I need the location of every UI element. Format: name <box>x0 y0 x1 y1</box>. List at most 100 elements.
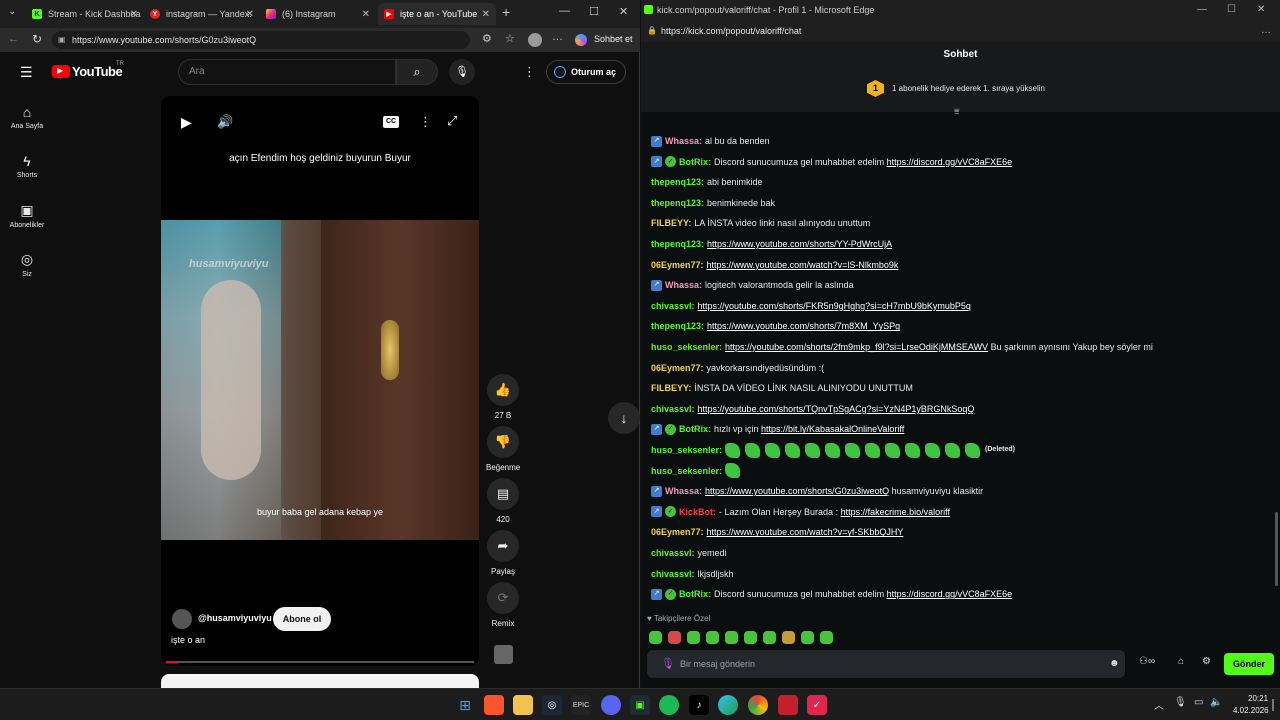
subscribe-button[interactable]: Abone ol <box>273 607 331 631</box>
close-icon[interactable]: ✕ <box>482 9 490 20</box>
share-button[interactable]: ➦ Paylaş <box>486 530 520 576</box>
sound-thumbnail[interactable] <box>494 645 513 664</box>
chat-link[interactable]: https://bit.ly/KabasakalOnlineValoriff <box>761 422 904 436</box>
chat-username[interactable]: KickBot: <box>679 505 716 519</box>
chat-username[interactable]: BotRix: <box>679 587 711 601</box>
chat-username[interactable]: huso_seksenler: <box>651 443 722 457</box>
search-button[interactable]: ⌕ <box>396 59 438 85</box>
youtube-logo-text[interactable]: YouTube <box>72 64 123 79</box>
chat-link[interactable]: https://youtube.com/shorts/FKR5n9gHghg?s… <box>698 299 971 313</box>
app-icon-pink[interactable]: ✓ <box>807 695 827 715</box>
send-button[interactable]: Gönder <box>1224 653 1274 675</box>
more-options-icon[interactable]: ⋮ <box>419 114 432 130</box>
comments-button[interactable]: ▤ 420 <box>486 478 520 524</box>
chat-username[interactable]: thepenq123: <box>651 196 704 210</box>
refresh-icon[interactable]: ↻ <box>32 32 42 46</box>
volume-icon[interactable]: 🔊 <box>217 114 233 130</box>
start-icon[interactable]: ⊞ <box>455 695 475 715</box>
expand-icon[interactable]: ⩸ <box>954 106 959 117</box>
channel-avatar[interactable] <box>172 609 192 629</box>
chat-scrollbar[interactable] <box>1275 512 1278 586</box>
extensions-icon[interactable]: ⚙ <box>482 32 492 45</box>
chat-link[interactable]: https://discord.gg/vVC8aFXE6e <box>887 587 1013 601</box>
chat-link[interactable]: https://www.youtube.com/shorts/7m8XM_YyS… <box>707 319 900 333</box>
captions-icon[interactable]: CC <box>383 116 399 128</box>
app-icon-red[interactable] <box>778 695 798 715</box>
minimize-icon[interactable]: — <box>1197 0 1207 20</box>
minimize-icon[interactable]: — <box>559 5 570 17</box>
chat-link[interactable]: https://discord.gg/vVC8aFXE6e <box>887 155 1013 169</box>
chat-link[interactable]: https://youtube.com/shorts/TQnvTpSgACg?s… <box>698 402 975 416</box>
tray-expand-icon[interactable]: ︿ <box>1154 697 1164 712</box>
shorts-player[interactable]: ▶ 🔊 CC ⋮ ⤢ açın Efendim hoş geldiniz buy… <box>161 96 479 666</box>
file-explorer-icon[interactable] <box>513 695 533 715</box>
emote-icon[interactable] <box>649 631 662 644</box>
spotify-icon[interactable] <box>659 695 679 715</box>
close-icon[interactable]: ✕ <box>130 9 138 20</box>
emote-icon[interactable] <box>782 631 795 644</box>
next-video-button[interactable]: ↓ <box>608 402 640 434</box>
chat-link[interactable]: https://www.youtube.com/watch?v=yf-SKbbQ… <box>707 525 904 539</box>
edge-icon[interactable] <box>718 695 738 715</box>
chat-username[interactable]: chivassvl: <box>651 402 695 416</box>
more-icon[interactable]: … <box>1261 20 1271 42</box>
emoji-picker-icon[interactable]: ☻ <box>1109 650 1120 678</box>
tab-yandex[interactable]: Y instagram — Yandex: ✕ <box>144 3 260 25</box>
chat-link[interactable]: https://fakecrime.bio/valoriff <box>841 505 950 519</box>
chat-link[interactable]: https://youtube.com/shorts/2fm9mkp_f9l?s… <box>725 340 988 354</box>
search-input[interactable]: Ara <box>178 59 396 85</box>
chat-username[interactable]: chivassvl: <box>651 567 695 581</box>
chat-username[interactable]: 06Eymen77: <box>651 258 704 272</box>
store-icon[interactable]: ⌂ <box>1178 656 1184 667</box>
channel-name[interactable]: @husamviyuviyu <box>198 613 272 623</box>
sidebar-item-you[interactable]: ◎ Siz <box>0 251 54 278</box>
close-icon[interactable]: ✕ <box>362 9 370 20</box>
maximize-icon[interactable]: ☐ <box>589 5 599 18</box>
emote-icon[interactable] <box>725 631 738 644</box>
play-icon[interactable]: ▶ <box>181 114 192 131</box>
microphone-icon[interactable]: 🎙 <box>661 650 675 678</box>
more-icon[interactable]: … <box>552 31 563 43</box>
chat-username[interactable]: thepenq123: <box>651 237 704 251</box>
close-window-icon[interactable]: ✕ <box>1257 0 1265 20</box>
chat-username[interactable]: Whassa: <box>665 278 702 292</box>
emote-icon[interactable] <box>820 631 833 644</box>
emote-icon[interactable] <box>706 631 719 644</box>
tab-youtube[interactable]: ▶ işte o an - YouTube ✕ <box>378 3 496 25</box>
gift-promo-banner[interactable]: 1 1 abonelik hediye ederek 1. sıraya yük… <box>641 68 1280 116</box>
sidebar-item-subscriptions[interactable]: ▣ Abonelikler <box>0 202 54 229</box>
chat-username[interactable]: huso_seksenler: <box>651 340 722 354</box>
emote-icon[interactable] <box>687 631 700 644</box>
tab-instagram[interactable]: (6) Instagram ✕ <box>260 3 376 25</box>
chat-username[interactable]: 06Eymen77: <box>651 361 704 375</box>
brave-icon[interactable] <box>484 695 504 715</box>
steam-icon[interactable]: ◎ <box>542 695 562 715</box>
emote-icon[interactable] <box>801 631 814 644</box>
chat-username[interactable]: chivassvl: <box>651 299 695 313</box>
chrome-icon[interactable] <box>748 695 768 715</box>
favorites-icon[interactable]: ☆ <box>505 32 515 45</box>
chat-link[interactable]: https://www.youtube.com/watch?v=lS-Nlkmb… <box>707 258 899 272</box>
site-info-icon[interactable]: ▣ <box>58 31 66 49</box>
copilot-icon[interactable] <box>575 34 587 46</box>
chat-username[interactable]: 06Eymen77: <box>651 525 704 539</box>
emote-icon[interactable] <box>763 631 776 644</box>
remix-button[interactable]: ⟳ Remix <box>486 582 520 628</box>
show-desktop[interactable] <box>1272 699 1274 711</box>
chat-username[interactable]: huso_seksenler: <box>651 464 722 478</box>
microphone-tray-icon[interactable]: 🎙 <box>1174 697 1187 708</box>
chat-username[interactable]: BotRix: <box>679 422 711 436</box>
clock-date[interactable]: 4.02.2026 <box>1233 706 1269 715</box>
sidebar-item-home[interactable]: ⌂ Ana Sayfa <box>0 104 54 130</box>
chat-username[interactable]: thepenq123: <box>651 175 704 189</box>
chat-link[interactable]: https://www.youtube.com/shorts/G0zu3iweo… <box>705 484 889 498</box>
chat-username[interactable]: thepenq123: <box>651 319 704 333</box>
maximize-icon[interactable]: ☐ <box>1227 0 1236 20</box>
sidebar-item-shorts[interactable]: ϟ Shorts <box>0 153 54 179</box>
back-icon[interactable]: ← <box>8 33 19 45</box>
settings-icon[interactable]: ⚙ <box>1202 656 1211 667</box>
chat-link[interactable]: https://www.youtube.com/shorts/YY-PdWrcU… <box>707 237 892 251</box>
volume-tray-icon[interactable]: 🔈 <box>1210 697 1222 708</box>
clock-time[interactable]: 20:21 <box>1248 694 1268 703</box>
emote-icon[interactable] <box>668 631 681 644</box>
